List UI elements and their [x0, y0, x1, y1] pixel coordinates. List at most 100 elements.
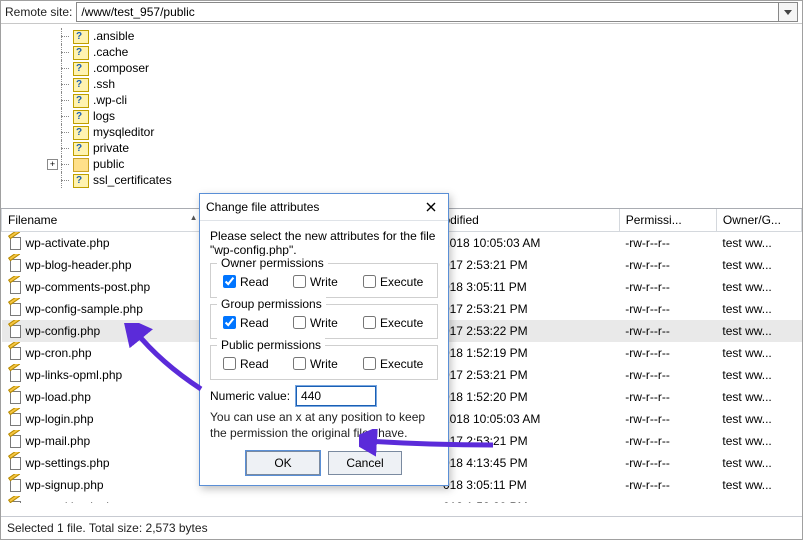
- file-icon: [8, 324, 22, 338]
- owner-read-checkbox[interactable]: Read: [219, 272, 289, 291]
- filename-label: wp-mail.php: [26, 434, 91, 448]
- tree-item-label: mysqleditor: [93, 125, 154, 139]
- tree-item-label: .ssh: [93, 77, 115, 91]
- cancel-button[interactable]: Cancel: [328, 451, 402, 475]
- tree-item-label: .composer: [93, 61, 149, 75]
- modified-label: 2018 10:05:03 AM: [437, 408, 619, 430]
- filename-label: wp-blog-header.php: [26, 258, 132, 272]
- file-icon: [8, 412, 22, 426]
- owner-label: test ww...: [716, 254, 801, 276]
- owner-group-title: Owner permissions: [217, 256, 328, 270]
- owner-label: test ww...: [716, 474, 801, 496]
- remote-site-row: Remote site: /www/test_957/public: [1, 1, 802, 24]
- tree-item-label: public: [93, 157, 124, 171]
- permissions-label: -rw-r--r--: [619, 386, 716, 408]
- filename-label: wp-load.php: [26, 390, 91, 404]
- group-group-title: Group permissions: [217, 297, 326, 311]
- group-permissions-group: Group permissions Read Write Execute: [210, 304, 438, 339]
- modified-label: 018 4:13:45 PM: [437, 452, 619, 474]
- tree-item-label: .ansible: [93, 29, 134, 43]
- col-owner[interactable]: Owner/G...: [716, 209, 801, 232]
- filename-label: wp-activate.php: [26, 236, 110, 250]
- modified-label: 018 3:05:11 PM: [437, 474, 619, 496]
- dialog-intro2: "wp-config.php".: [210, 243, 438, 257]
- dialog-titlebar[interactable]: Change file attributes: [200, 194, 448, 221]
- tree-item[interactable]: private: [1, 140, 802, 156]
- tree-item[interactable]: .ssh: [1, 76, 802, 92]
- col-modified[interactable]: odified: [437, 209, 619, 232]
- file-icon: [8, 368, 22, 382]
- change-attributes-dialog: Change file attributes Please select the…: [199, 193, 449, 486]
- table-row[interactable]: wp-trackback.php018 1:52:20 PM-rw-r--r--…: [2, 496, 802, 503]
- group-execute-checkbox[interactable]: Execute: [359, 313, 429, 332]
- tree-item[interactable]: ssl_certificates: [1, 172, 802, 188]
- group-write-checkbox[interactable]: Write: [289, 313, 359, 332]
- owner-label: test ww...: [716, 408, 801, 430]
- folder-unknown-icon: [73, 110, 89, 124]
- owner-label: test ww...: [716, 364, 801, 386]
- owner-label: test ww...: [716, 276, 801, 298]
- file-icon: [8, 390, 22, 404]
- tree-item[interactable]: logs: [1, 108, 802, 124]
- col-permissions[interactable]: Permissi...: [619, 209, 716, 232]
- close-button[interactable]: [420, 197, 442, 217]
- file-icon: [8, 456, 22, 470]
- filename-label: wp-settings.php: [26, 456, 110, 470]
- folder-unknown-icon: [73, 46, 89, 60]
- owner-write-checkbox[interactable]: Write: [289, 272, 359, 291]
- chevron-down-icon: [784, 10, 792, 15]
- permissions-label: -rw-r--r--: [619, 474, 716, 496]
- modified-label: 017 2:53:22 PM: [437, 320, 619, 342]
- permissions-label: -rw-r--r--: [619, 298, 716, 320]
- numeric-value-input[interactable]: [296, 386, 376, 406]
- filename-label: wp-config-sample.php: [26, 302, 143, 316]
- permissions-label: -rw-r--r--: [619, 320, 716, 342]
- tree-item-label: .cache: [93, 45, 128, 59]
- folder-unknown-icon: [73, 78, 89, 92]
- remote-site-dropdown[interactable]: [779, 2, 798, 22]
- owner-label: test ww...: [716, 342, 801, 364]
- ok-button[interactable]: OK: [246, 451, 320, 475]
- file-icon: [8, 434, 22, 448]
- permissions-label: -rw-r--r--: [619, 408, 716, 430]
- tree-item[interactable]: .composer: [1, 60, 802, 76]
- public-execute-checkbox[interactable]: Execute: [359, 354, 429, 373]
- tree-item[interactable]: .wp-cli: [1, 92, 802, 108]
- status-bar: Selected 1 file. Total size: 2,573 bytes: [1, 516, 802, 539]
- folder-icon: [73, 158, 89, 172]
- tree-item[interactable]: mysqleditor: [1, 124, 802, 140]
- tree-item[interactable]: .ansible: [1, 28, 802, 44]
- remote-site-label: Remote site:: [5, 5, 72, 19]
- file-icon: [8, 500, 22, 503]
- public-write-checkbox[interactable]: Write: [289, 354, 359, 373]
- permissions-label: -rw-r--r--: [619, 430, 716, 452]
- permissions-label: -rw-r--r--: [619, 452, 716, 474]
- tree-item[interactable]: + public: [1, 156, 802, 172]
- permissions-label: -rw-r--r--: [619, 232, 716, 255]
- tree-item[interactable]: .cache: [1, 44, 802, 60]
- group-read-checkbox[interactable]: Read: [219, 313, 289, 332]
- remote-site-path[interactable]: /www/test_957/public: [76, 2, 779, 22]
- tree-item-label: private: [93, 141, 129, 155]
- file-icon: [8, 236, 22, 250]
- owner-execute-checkbox[interactable]: Execute: [359, 272, 429, 291]
- filename-label: wp-links-opml.php: [26, 368, 123, 382]
- owner-label: test ww...: [716, 496, 801, 503]
- folder-unknown-icon: [73, 62, 89, 76]
- filename-label: wp-signup.php: [26, 478, 104, 492]
- folder-unknown-icon: [73, 94, 89, 108]
- modified-label: 017 2:53:21 PM: [437, 298, 619, 320]
- permissions-label: -rw-r--r--: [619, 364, 716, 386]
- filename-label: wp-config.php: [26, 324, 101, 338]
- public-group-title: Public permissions: [217, 338, 325, 352]
- modified-label: 018 1:52:19 PM: [437, 342, 619, 364]
- col-filename[interactable]: Filename▲: [2, 209, 205, 232]
- tree-item-label: .wp-cli: [93, 93, 127, 107]
- directory-tree[interactable]: .ansible .cache .composer .ssh .wp-clilogsmy…: [1, 24, 802, 209]
- file-icon: [8, 478, 22, 492]
- close-icon: [426, 202, 436, 212]
- public-permissions-group: Public permissions Read Write Execute: [210, 345, 438, 380]
- public-read-checkbox[interactable]: Read: [219, 354, 289, 373]
- file-icon: [8, 346, 22, 360]
- expander-icon[interactable]: +: [47, 159, 58, 170]
